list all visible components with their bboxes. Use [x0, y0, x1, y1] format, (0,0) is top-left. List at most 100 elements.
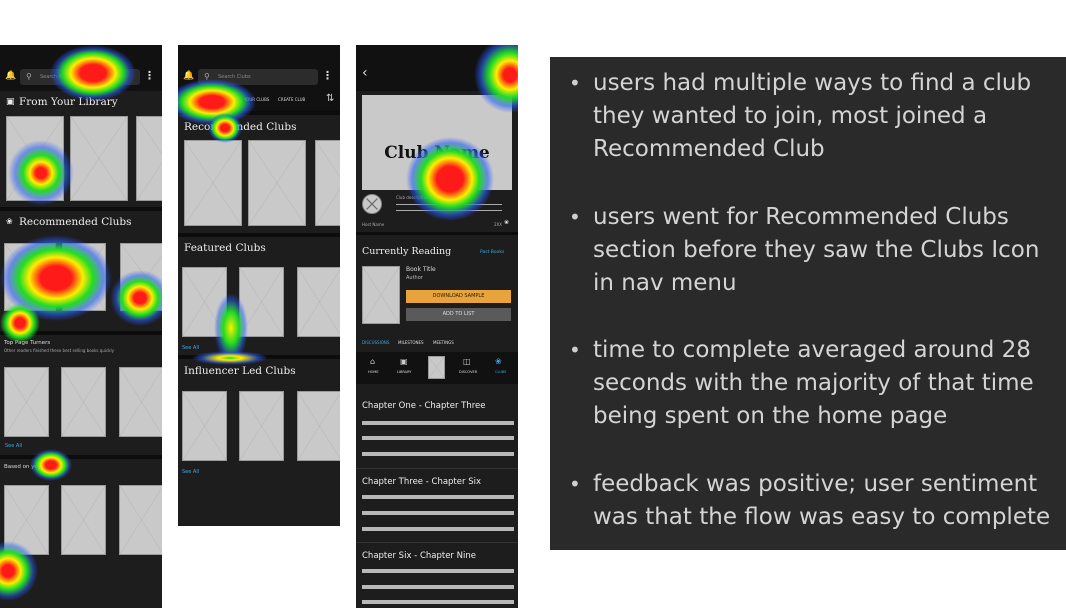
- text-line: [362, 569, 514, 573]
- header-bar: ‹: [356, 45, 518, 91]
- library-section: ▣ From Your Library: [0, 91, 162, 207]
- host-avatar[interactable]: [362, 194, 382, 214]
- search-input[interactable]: ⚲ Search Books: [20, 69, 140, 85]
- book-cover[interactable]: [70, 116, 128, 201]
- book-cover[interactable]: [4, 367, 49, 437]
- club-card[interactable]: [184, 140, 242, 226]
- see-all-link[interactable]: See All: [182, 469, 199, 475]
- tab-bar: DISCUSSIONS MILESTONES MEETINGS: [356, 337, 518, 351]
- bullet: •: [569, 205, 581, 229]
- finding-item: • users went for Recommended Clubs secti…: [569, 201, 1053, 300]
- see-all-link[interactable]: See All: [182, 345, 199, 351]
- home-screen: 🔔 ⚲ Search Books ⋮ ▣ From Your Library ❀…: [0, 45, 162, 608]
- chapter-title: Chapter Three - Chapter Six: [362, 477, 481, 487]
- search-icon: ⚲: [26, 72, 32, 81]
- finding-text: users had multiple ways to find a club t…: [593, 70, 1032, 162]
- text-line: [362, 600, 514, 604]
- section-title: Influencer Led Clubs: [184, 365, 296, 377]
- book-cover[interactable]: [61, 367, 106, 437]
- chapter-item[interactable]: Chapter One - Chapter Three: [356, 395, 518, 465]
- finding-text: feedback was positive; user sentiment wa…: [593, 471, 1051, 530]
- book-cover[interactable]: [6, 116, 64, 201]
- text-line: [362, 495, 514, 499]
- top-bar: 🔔 ⚲ Search Clubs ⋮: [178, 45, 340, 91]
- club-card[interactable]: [4, 243, 56, 311]
- see-all-link[interactable]: See All: [5, 443, 22, 449]
- host-name: Host Name: [362, 222, 385, 227]
- club-card[interactable]: [297, 267, 340, 337]
- bell-icon[interactable]: 🔔: [5, 71, 16, 81]
- more-menu-icon[interactable]: ⋮: [144, 69, 155, 82]
- club-card[interactable]: [239, 267, 284, 337]
- nav-clubs[interactable]: CLUBS: [495, 370, 506, 374]
- book-cover[interactable]: [136, 116, 162, 201]
- recommended-clubs-section: Recommended Clubs: [178, 115, 340, 233]
- bullet: •: [569, 338, 581, 362]
- home-icon[interactable]: ⌂: [370, 357, 375, 366]
- clubs-icon[interactable]: ❀: [495, 357, 502, 366]
- based-on-you-section: Based on you: [0, 459, 162, 608]
- club-card[interactable]: [62, 243, 106, 311]
- book-cover[interactable]: [61, 485, 106, 555]
- clubs-screen: 🔔 ⚲ Search Clubs ⋮ YOUR CLUBS CREATE CLU…: [178, 45, 340, 526]
- chapter-title: Chapter Six - Chapter Nine: [362, 551, 476, 561]
- top-bar: 🔔 ⚲ Search Books ⋮: [0, 45, 162, 91]
- chapter-title: Chapter One - Chapter Three: [362, 401, 486, 411]
- recommended-clubs-section: ❀ Recommended Clubs: [0, 211, 162, 331]
- library-icon[interactable]: ▣: [400, 357, 408, 366]
- book-author: Author: [406, 275, 423, 281]
- club-card[interactable]: [182, 391, 227, 461]
- section-title: Recommended Clubs: [19, 216, 132, 228]
- text-line: [362, 436, 514, 440]
- nav-home[interactable]: HOME: [368, 370, 379, 374]
- text-line: [362, 511, 514, 515]
- more-menu-icon[interactable]: ⋮: [322, 69, 333, 82]
- text-line: [362, 585, 514, 589]
- text-line: [362, 452, 514, 456]
- bullet: •: [569, 472, 581, 496]
- download-sample-button[interactable]: DOWNLOAD SAMPLE: [406, 290, 511, 303]
- bottom-nav: ⌂ HOME ▣ LIBRARY ◫ DISCOVER ❀ CLUBS: [356, 352, 518, 384]
- chapter-item[interactable]: Chapter Six - Chapter Nine: [356, 543, 518, 608]
- filter-create-club[interactable]: CREATE CLUB: [278, 97, 305, 102]
- tab-discussions[interactable]: DISCUSSIONS: [362, 340, 389, 345]
- sort-icon[interactable]: ⇅: [326, 93, 334, 104]
- tab-milestones[interactable]: MILESTONES: [398, 340, 424, 345]
- club-card[interactable]: [239, 391, 284, 461]
- past-books-link[interactable]: Past Books: [480, 250, 504, 255]
- book-cover[interactable]: [362, 266, 400, 324]
- club-card[interactable]: [182, 267, 227, 337]
- text-line: [362, 421, 514, 425]
- influencer-clubs-section: Influencer Led Clubs See All: [178, 359, 340, 477]
- club-card[interactable]: [297, 391, 340, 461]
- add-to-list-button[interactable]: ADD TO LIST: [406, 308, 511, 321]
- nav-library[interactable]: LIBRARY: [397, 370, 411, 374]
- tab-meetings[interactable]: MEETINGS: [433, 340, 454, 345]
- finding-item: • users had multiple ways to find a club…: [569, 67, 1053, 166]
- book-cover[interactable]: [119, 367, 162, 437]
- nav-placeholder[interactable]: [428, 356, 445, 379]
- section-subtitle: Other readers finished these best sellin…: [4, 348, 114, 353]
- top-page-turners-section: Top Page Turners Other readers finished …: [0, 335, 162, 455]
- book-title: Book Title: [406, 266, 436, 273]
- club-detail-screen: ‹ Club Name Club description Host Name 2…: [356, 45, 518, 608]
- text-line: [362, 527, 514, 531]
- back-chevron-icon[interactable]: ‹: [362, 65, 368, 81]
- description-line: [396, 204, 502, 205]
- club-card[interactable]: [120, 243, 162, 311]
- club-banner: Club Name: [362, 95, 512, 190]
- paw-icon: ❀: [6, 217, 13, 226]
- club-card[interactable]: [248, 140, 306, 226]
- discover-icon[interactable]: ◫: [463, 357, 471, 366]
- chapter-item[interactable]: Chapter Three - Chapter Six: [356, 469, 518, 541]
- club-card[interactable]: [315, 140, 340, 226]
- search-input[interactable]: ⚲ Search Clubs: [198, 69, 318, 85]
- filter-your-clubs[interactable]: YOUR CLUBS: [244, 97, 269, 102]
- nav-discover[interactable]: DISCOVER: [459, 370, 477, 374]
- book-cover[interactable]: [119, 485, 162, 555]
- search-icon: ⚲: [204, 72, 210, 81]
- book-cover[interactable]: [4, 485, 49, 555]
- description-line: [396, 210, 502, 211]
- section-title: From Your Library: [19, 96, 118, 108]
- bell-icon[interactable]: 🔔: [183, 71, 194, 81]
